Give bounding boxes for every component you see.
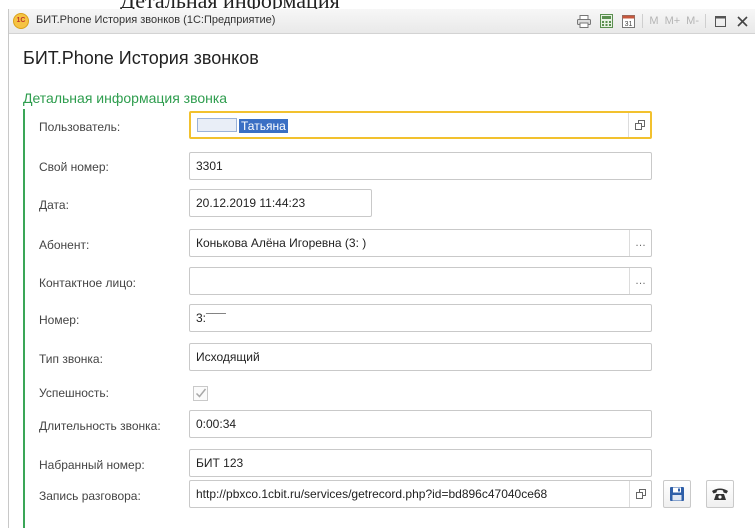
select-button[interactable]: … [629, 268, 651, 294]
number-label: Номер: [39, 313, 80, 327]
recording-field[interactable]: http://pbxco.1cbit.ru/services/getrecord… [189, 480, 652, 508]
subscriber-field[interactable]: Конькова Алёна Игоревна (3: ) … [189, 229, 652, 257]
date-value: 20.12.2019 11:44:23 [196, 196, 306, 210]
print-icon[interactable] [576, 13, 592, 29]
call-type-value: Исходящий [196, 350, 260, 364]
recording-url: http://pbxco.1cbit.ru/services/getrecord… [196, 487, 548, 501]
open-icon[interactable] [629, 481, 651, 507]
phone-icon [712, 488, 728, 500]
subscriber-label: Абонент: [39, 238, 90, 252]
user-label: Пользователь: [39, 120, 121, 134]
svg-text:31: 31 [625, 21, 633, 28]
own-number-label: Свой номер: [39, 160, 109, 174]
own-number-value: 3301 [196, 159, 223, 173]
app-logo-icon: 1С [13, 13, 29, 29]
select-button[interactable]: … [629, 230, 651, 256]
user-value: Татьяна [239, 119, 288, 133]
memory-minus-button[interactable]: M- [686, 15, 699, 27]
number-value: 3:¯¯¯ [196, 311, 226, 325]
duration-field[interactable]: 0:00:34 [189, 410, 652, 438]
cropped-top-text: Детальная информация [0, 0, 755, 9]
close-icon[interactable] [734, 13, 750, 29]
duration-value: 0:00:34 [196, 417, 237, 431]
memory-plus-button[interactable]: M+ [665, 15, 681, 27]
date-label: Дата: [39, 198, 69, 212]
recording-label: Запись разговора: [39, 489, 141, 503]
call-type-field[interactable]: Исходящий [189, 343, 652, 371]
app-window: 1С БИТ.Phone История звонков (1С:Предпри… [8, 9, 755, 528]
subscriber-value: Конькова Алёна Игоревна (3: ) [196, 236, 367, 250]
calendar-icon[interactable]: 31 [620, 13, 636, 29]
own-number-field[interactable]: 3301 [189, 152, 652, 180]
title-bar: 1С БИТ.Phone История звонков (1С:Предпри… [9, 9, 755, 34]
call-button[interactable] [706, 480, 734, 508]
title-bar-tools: 31 M M+ M- [576, 12, 750, 30]
contact-field[interactable]: … [189, 267, 652, 295]
open-icon[interactable] [628, 113, 650, 137]
call-type-label: Тип звонка: [39, 352, 103, 366]
dialed-value: БИТ 123 [196, 456, 244, 470]
date-field[interactable]: 20.12.2019 11:44:23 [189, 189, 372, 217]
redacted-block [197, 118, 237, 132]
group-accent-bar [23, 109, 25, 528]
window-title: БИТ.Phone История звонков (1С:Предприяти… [36, 14, 276, 26]
user-field[interactable]: Татьяна [189, 111, 652, 139]
floppy-disk-icon [670, 487, 684, 501]
cropped-heading: Детальная информация [120, 0, 340, 9]
duration-label: Длительность звонка: [39, 419, 161, 433]
dialed-field[interactable]: БИТ 123 [189, 449, 652, 477]
dialed-label: Набранный номер: [39, 458, 145, 472]
success-label: Успешность: [39, 386, 110, 400]
calculator-icon[interactable] [598, 13, 614, 29]
success-checkbox[interactable] [193, 386, 208, 401]
maximize-icon[interactable] [712, 13, 728, 29]
memory-m-button[interactable]: M [649, 15, 658, 27]
form-title: БИТ.Phone История звонков [23, 48, 259, 68]
checkmark-icon [195, 388, 206, 398]
toolbar-separator [705, 14, 706, 28]
toolbar-separator [642, 14, 644, 28]
save-recording-button[interactable] [663, 480, 691, 508]
number-field[interactable]: 3:¯¯¯ [189, 304, 652, 332]
group-title: Детальная информация звонка [23, 90, 228, 106]
contact-label: Контактное лицо: [39, 276, 136, 290]
